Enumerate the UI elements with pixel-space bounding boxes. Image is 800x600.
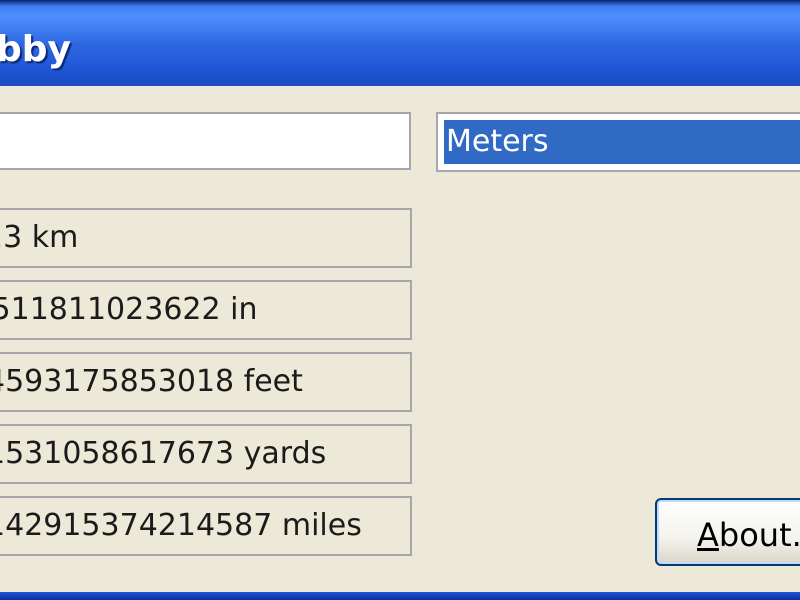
result-text: .511811023622 in [0, 292, 258, 327]
result-text: 142915374214587 miles [0, 508, 362, 543]
about-mnemonic: A [697, 516, 719, 554]
about-label-rest: bout.. [718, 516, 800, 554]
unit-dropdown[interactable]: Meters [436, 112, 800, 172]
result-field-yards: 1531058617673 yards [0, 424, 412, 484]
about-button[interactable]: About.. [655, 498, 800, 566]
result-text: 1531058617673 yards [0, 436, 327, 471]
window-title: bby [0, 29, 72, 70]
result-field-inches: .511811023622 in [0, 280, 412, 340]
window-bottom-border [0, 592, 800, 600]
result-field-miles: 142915374214587 miles [0, 496, 412, 556]
result-field-feet: 4593175853018 feet [0, 352, 412, 412]
result-text: 23 km [0, 220, 79, 255]
about-button-label: About.. [697, 500, 800, 564]
unit-selected-value: Meters [444, 120, 800, 164]
title-bar[interactable]: bby [0, 0, 800, 86]
result-field-km: 23 km [0, 208, 412, 268]
value-input[interactable] [0, 114, 409, 168]
value-input-field[interactable] [0, 112, 411, 170]
result-text: 4593175853018 feet [0, 364, 303, 399]
